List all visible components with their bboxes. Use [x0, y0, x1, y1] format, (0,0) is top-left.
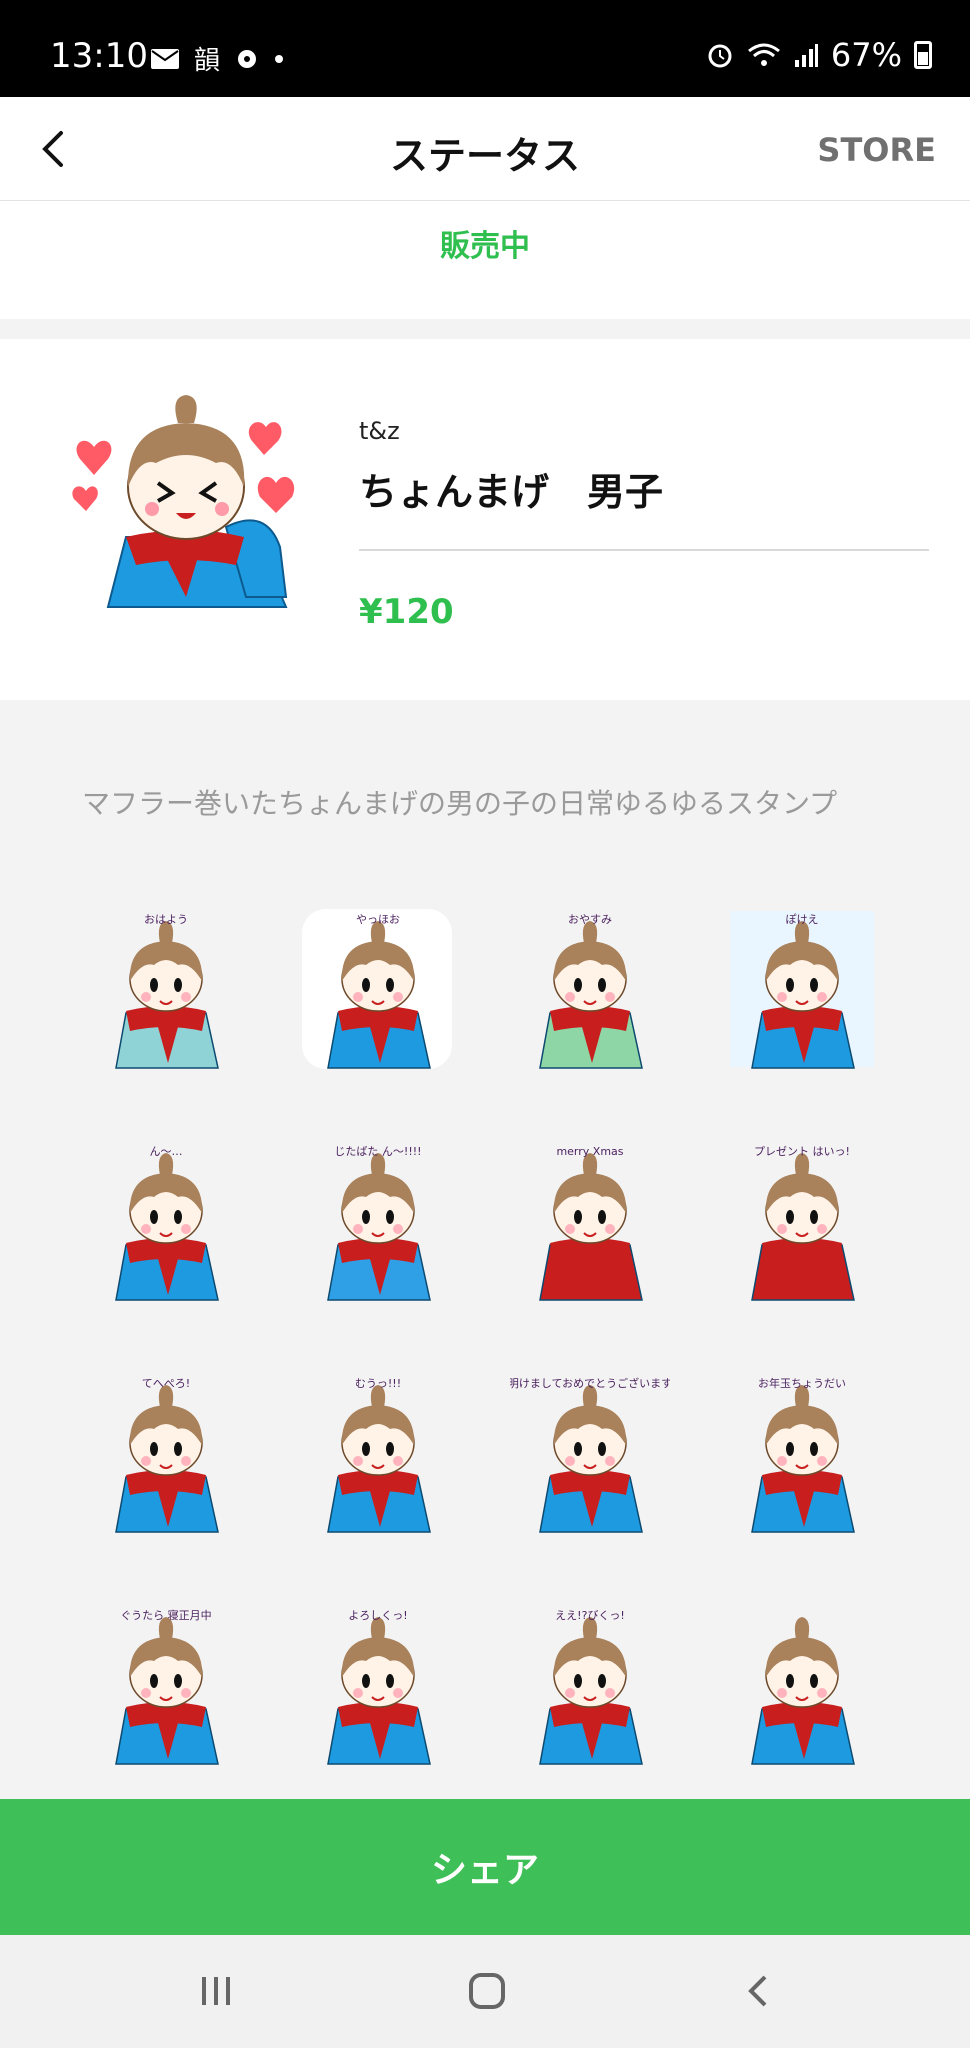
sticker-image: ん〜…	[115, 1145, 219, 1301]
sticker-caption: てへぺろ!	[142, 1377, 190, 1390]
sticker-image: よろしくっ!	[327, 1609, 431, 1765]
alarm-icon	[708, 44, 732, 68]
status-text-icon: 韻	[194, 46, 221, 76]
sticker-item[interactable]: てへぺろ!	[60, 1336, 272, 1568]
sticker-caption: お年玉ちょうだい	[758, 1376, 846, 1390]
app-header: ステータス STORE	[0, 97, 970, 201]
sticker-image: おやすみ	[539, 913, 643, 1069]
home-button[interactable]	[457, 1965, 517, 2017]
mail-icon	[151, 48, 179, 69]
sticker-item[interactable]: ええ!?びくっ!	[484, 1568, 696, 1800]
status-left-icons: 韻	[150, 40, 284, 77]
sticker-image: てへぺろ!	[115, 1377, 219, 1533]
sticker-caption: よろしくっ!	[348, 1609, 407, 1622]
wifi-icon	[747, 43, 780, 66]
sticker-item[interactable]: おやすみ	[484, 872, 696, 1104]
system-navbar	[0, 1935, 970, 2048]
store-link[interactable]: STORE	[817, 131, 936, 169]
sticker-image: 明けましておめでとうございます	[510, 1376, 670, 1533]
sticker-image: プレゼント はいっ!	[751, 1145, 855, 1301]
sticker-caption: merry Xmas	[556, 1145, 623, 1158]
sticker-image: じたばた ん〜!!!!	[327, 1145, 431, 1301]
sticker-image: merry Xmas	[539, 1145, 643, 1301]
sticker-grid: おはよう やっほお おやすみ ぽけえん〜… じたばた ん〜!!!! merry Xmas プ…	[60, 872, 910, 1800]
sticker-caption: ぽけえ	[786, 913, 819, 926]
sticker-caption: おやすみ	[568, 913, 612, 926]
tv-icon	[238, 49, 257, 68]
sticker-caption: プレゼント はいっ!	[754, 1145, 850, 1158]
sticker-caption: ええ!?びくっ!	[555, 1609, 625, 1622]
share-button-label: シェア	[430, 1850, 539, 1891]
sticker-image: むうっ!!!	[327, 1377, 431, 1533]
sticker-item[interactable]	[696, 1568, 908, 1800]
sale-status-section: 販売中	[0, 201, 970, 319]
sticker-image: ええ!?びくっ!	[539, 1609, 643, 1765]
sticker-caption: じたばた ん〜!!!!	[334, 1145, 421, 1158]
product-card: t&z ちょんまげ 男子 ¥120	[0, 339, 970, 700]
sticker-caption: むうっ!!!	[355, 1377, 401, 1390]
sticker-image	[751, 1617, 855, 1765]
sticker-caption: おはよう	[144, 913, 188, 926]
sticker-caption: やっほお	[356, 913, 400, 926]
sticker-image: ぐうたら 寝正月中	[115, 1608, 219, 1765]
sticker-item[interactable]: merry Xmas	[484, 1104, 696, 1336]
sticker-item[interactable]: プレゼント はいっ!	[696, 1104, 908, 1336]
status-right-icons: 67%	[705, 36, 932, 74]
sticker-caption: ん〜…	[150, 1145, 183, 1158]
status-bar: 13:10 韻 67%	[0, 0, 970, 97]
dot-icon	[275, 54, 284, 63]
sticker-item[interactable]: ぽけえ	[696, 872, 908, 1104]
product-price: ¥120	[359, 592, 454, 632]
share-button[interactable]: シェア	[0, 1799, 970, 1935]
sale-status: 販売中	[440, 229, 530, 264]
sticker-image: ぽけえ	[730, 911, 874, 1069]
battery-percent: 67%	[830, 36, 902, 74]
status-time: 13:10	[50, 36, 148, 76]
home-icon	[469, 1973, 505, 2009]
recent-apps-icon	[202, 1977, 230, 2005]
divider	[359, 549, 929, 551]
sticker-item[interactable]: 明けましておめでとうございます	[484, 1336, 696, 1568]
signal-icon	[794, 44, 818, 67]
sticker-image: お年玉ちょうだい	[751, 1376, 855, 1533]
sticker-caption: 明けましておめでとうございます	[510, 1376, 670, 1390]
sticker-item[interactable]: やっほお	[272, 872, 484, 1104]
main-sticker-image	[72, 395, 295, 608]
sticker-item[interactable]: おはよう	[60, 872, 272, 1104]
sticker-image: おはよう	[115, 913, 219, 1069]
product-description: マフラー巻いたちょんまげの男の子の日常ゆるゆるスタンプ	[82, 787, 838, 820]
sticker-item[interactable]: むうっ!!!	[272, 1336, 484, 1568]
sticker-item[interactable]: ん〜…	[60, 1104, 272, 1336]
battery-icon	[914, 41, 932, 69]
sticker-item[interactable]: じたばた ん〜!!!!	[272, 1104, 484, 1336]
sticker-caption: ぐうたら 寝正月中	[120, 1608, 211, 1622]
sticker-item[interactable]: お年玉ちょうだい	[696, 1336, 908, 1568]
sticker-item[interactable]: よろしくっ!	[272, 1568, 484, 1800]
sticker-image: やっほお	[302, 909, 452, 1069]
product-title: ちょんまげ 男子	[359, 470, 664, 514]
recent-apps-button[interactable]	[186, 1965, 246, 2017]
nav-back-button[interactable]	[728, 1965, 788, 2017]
sticker-item[interactable]: ぐうたら 寝正月中	[60, 1568, 272, 1800]
product-author[interactable]: t&z	[359, 417, 400, 445]
back-icon	[748, 1975, 767, 2007]
